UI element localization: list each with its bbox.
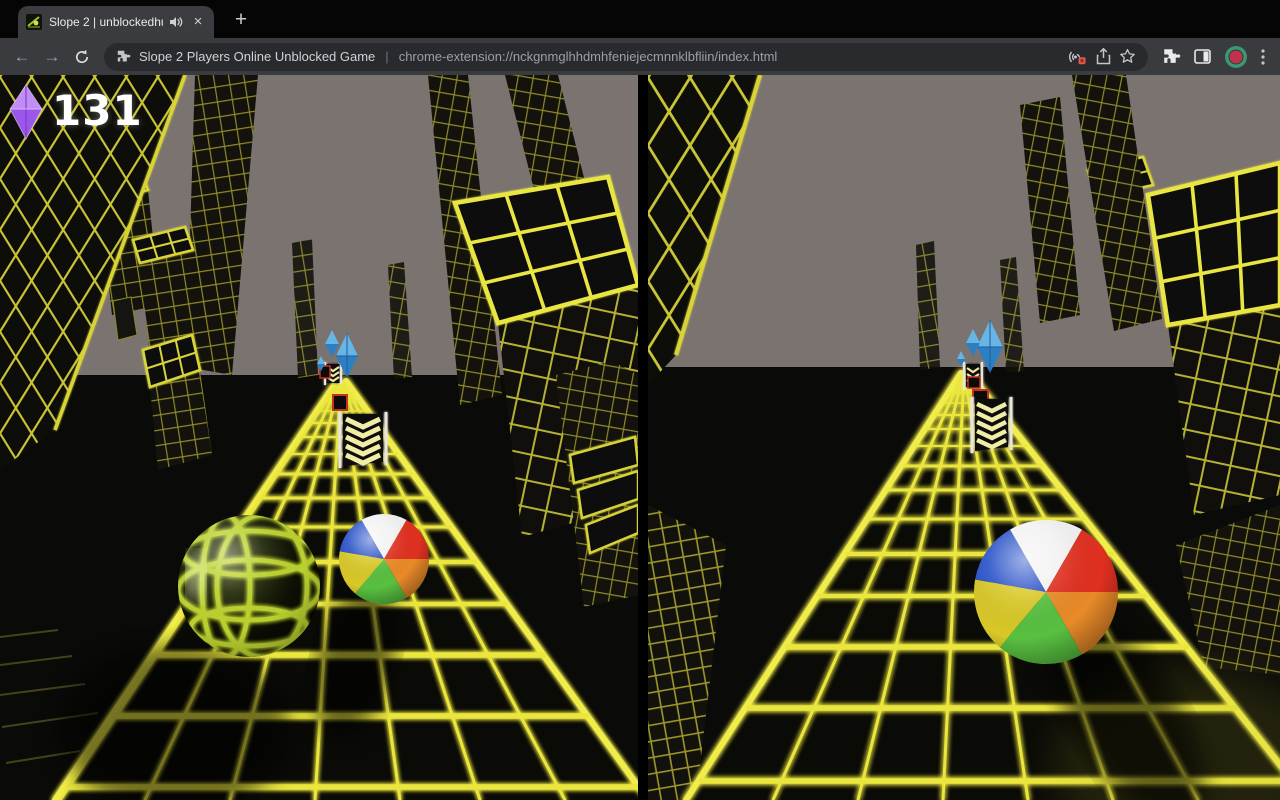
green-neon-ball (178, 515, 320, 657)
reload-icon (74, 49, 90, 65)
extension-puzzle-icon (116, 49, 131, 64)
bookmark-star-icon[interactable] (1119, 48, 1136, 65)
side-panel-icon[interactable] (1193, 47, 1212, 66)
browser-window: Slope 2 | unblockedhub × + ← → (0, 0, 1280, 800)
media-session-blocked-icon[interactable] (1068, 49, 1088, 65)
score-value: 131 (52, 83, 143, 139)
page-url-text: chrome-extension://nckgnmglhhdmhfeniejec… (399, 49, 1060, 64)
toolbar-right-cluster (1156, 45, 1272, 69)
profile-avatar[interactable] (1224, 45, 1248, 69)
url-separator: | (383, 49, 390, 64)
purple-gem-icon (5, 83, 47, 141)
tab-strip: Slope 2 | unblockedhub × + (0, 0, 1280, 38)
beach-ball (339, 514, 429, 604)
reload-button[interactable] (68, 43, 96, 71)
browser-toolbar: ← → Slope 2 Players Online Unblocked Gam… (0, 38, 1280, 75)
share-icon[interactable] (1096, 48, 1111, 65)
tab-slope2[interactable]: Slope 2 | unblockedhub × (18, 6, 214, 38)
right-player-view[interactable] (648, 75, 1280, 800)
tab-title: Slope 2 | unblockedhub (49, 15, 163, 29)
extensions-puzzle-icon[interactable] (1162, 47, 1181, 66)
back-button[interactable]: ← (8, 43, 36, 71)
game-viewport[interactable]: 131 (0, 75, 1280, 800)
forward-button[interactable]: → (38, 43, 66, 71)
tab-close-icon[interactable]: × (190, 14, 206, 30)
speaker-playing-icon[interactable] (170, 16, 183, 28)
beach-ball (974, 520, 1118, 664)
score-hud: 131 (5, 83, 143, 141)
page-title-text: Slope 2 Players Online Unblocked Game (139, 49, 375, 64)
left-player-view[interactable] (0, 75, 638, 800)
favicon-slope2-icon (26, 14, 42, 30)
address-bar[interactable]: Slope 2 Players Online Unblocked Game | … (104, 43, 1148, 71)
menu-kebab-icon[interactable] (1260, 48, 1266, 66)
new-tab-button[interactable]: + (228, 7, 254, 33)
